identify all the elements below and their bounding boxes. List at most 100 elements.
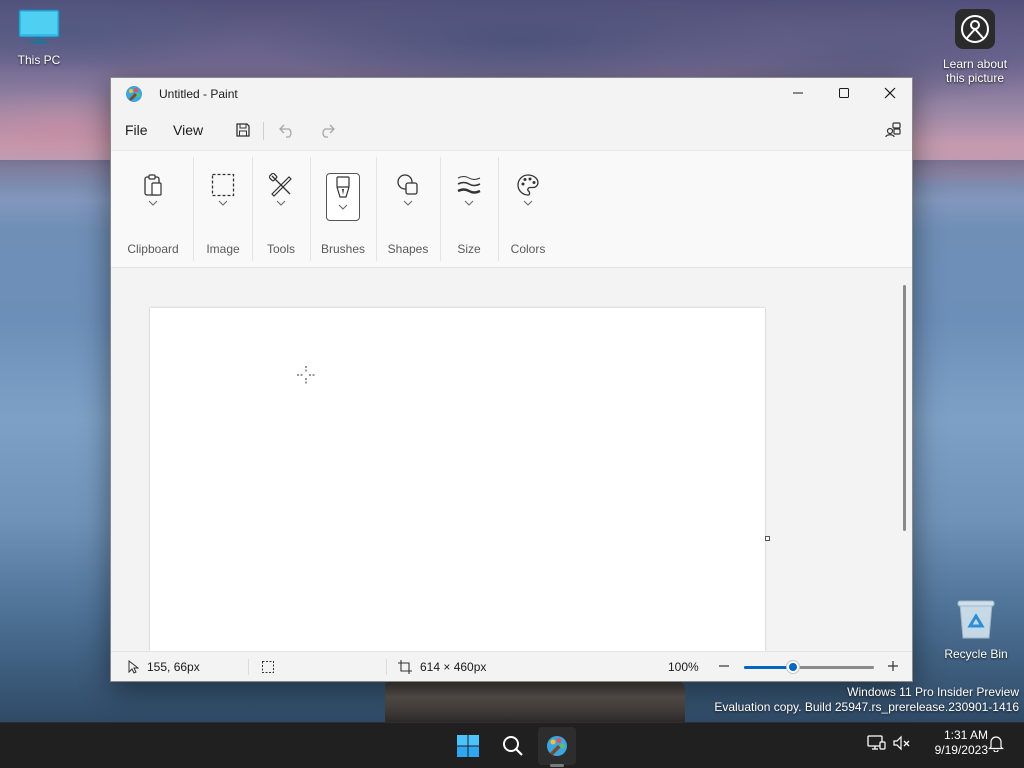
canvas-area [111, 269, 912, 651]
line-size-icon [457, 176, 481, 194]
close-icon [884, 87, 896, 99]
quick-access-divider [263, 122, 264, 140]
desktop-icon-label: Recycle Bin [944, 647, 1008, 661]
notification-bell-icon[interactable] [987, 734, 1005, 755]
canvas-size-icon [398, 660, 412, 674]
shapes-icon [397, 174, 418, 195]
desktop-icon-label: Learn about this picture [942, 57, 1008, 85]
chevron-down-icon [523, 200, 533, 206]
clipboard-icon [144, 174, 162, 196]
ribbon-group-clipboard[interactable]: Clipboard [121, 151, 185, 269]
zoom-level-text: 100% [668, 660, 699, 674]
vertical-scrollbar[interactable] [903, 285, 906, 531]
clock-time: 1:31 AM [943, 728, 988, 742]
system-clock[interactable]: 1:31 AM 9/19/2023 [918, 728, 988, 758]
monitor-icon [10, 8, 68, 49]
watermark-line: Windows 11 Pro Insider Preview [847, 685, 1019, 699]
ribbon-group-label: Image [206, 242, 240, 256]
zoom-out-button[interactable] [717, 658, 731, 674]
ribbon-group-tools[interactable]: Tools [253, 151, 309, 269]
chevron-down-icon [338, 204, 348, 210]
zoom-in-button[interactable] [886, 658, 900, 674]
maximize-icon [839, 88, 849, 98]
title-bar[interactable]: Untitled - Paint [111, 78, 912, 110]
status-bar: 155, 66px 614 × 460px 100% [111, 651, 912, 681]
ribbon-group-brushes[interactable]: Brushes [313, 151, 373, 269]
search-button[interactable] [494, 727, 532, 765]
ribbon-group-label: Shapes [387, 242, 429, 256]
minimize-button[interactable] [775, 78, 821, 108]
clock-date: 9/19/2023 [934, 743, 988, 757]
chevron-down-icon [218, 200, 228, 206]
zoom-level[interactable]: 100% [668, 660, 699, 674]
selection-icon [262, 661, 274, 673]
minimize-icon [793, 92, 803, 94]
redo-button[interactable] [313, 118, 341, 142]
ribbon-group-label: Clipboard [127, 242, 179, 256]
selection-size [261, 660, 275, 674]
maximize-button[interactable] [821, 78, 867, 108]
watermark-line: Evaluation copy. Build 25947.rs_prerelea… [714, 700, 1019, 714]
menu-bar: File View [111, 110, 912, 150]
menu-file[interactable]: File [125, 122, 148, 138]
tools-icon [269, 173, 292, 197]
share-icon [885, 122, 901, 138]
paint-window: Untitled - Paint File View Clipboard Ima… [110, 77, 913, 682]
paint-palette-icon [125, 85, 143, 106]
zoom-slider-thumb[interactable] [787, 661, 800, 673]
chevron-down-icon [464, 200, 474, 206]
running-app-indicator [550, 764, 564, 767]
ribbon-group-label: Size [457, 242, 481, 256]
desktop-icon-label: This PC [17, 53, 61, 67]
status-divider [248, 659, 249, 675]
desktop-icon-recycle-bin[interactable]: Recycle Bin [938, 598, 1014, 661]
search-icon [503, 736, 523, 756]
undo-icon [279, 124, 292, 138]
menu-view[interactable]: View [173, 122, 203, 138]
evaluation-watermark: Windows 11 Pro Insider Preview Evaluatio… [714, 685, 1019, 715]
ribbon-group-label: Tools [266, 242, 295, 256]
status-divider [386, 659, 387, 675]
taskbar-paint-button[interactable] [538, 727, 576, 765]
ribbon-group-label: Colors [510, 242, 546, 256]
chevron-down-icon [148, 200, 158, 206]
crosshair-cursor-icon [296, 365, 316, 388]
start-button[interactable] [449, 727, 487, 765]
start-icon [457, 735, 479, 757]
undo-button[interactable] [273, 118, 301, 142]
minus-icon [719, 665, 729, 667]
volume-muted-icon[interactable] [892, 734, 912, 755]
ribbon-divider [193, 157, 194, 261]
desktop-icon-learn-about-picture[interactable]: Learn about this picture [935, 8, 1015, 85]
pointer-icon [128, 660, 139, 674]
close-button[interactable] [867, 78, 913, 108]
save-icon [236, 123, 250, 137]
redo-icon [322, 124, 335, 138]
cursor-position-text: 155, 66px [147, 660, 200, 674]
ribbon-divider [310, 157, 311, 261]
chevron-down-icon [403, 200, 413, 206]
plus-icon [888, 661, 898, 671]
ribbon-toolbar: Clipboard Image Tools Brushes Shapes Siz… [111, 150, 912, 268]
canvas-size: 614 × 460px [398, 660, 486, 674]
ribbon-group-image[interactable]: Image [195, 151, 251, 269]
zoom-slider[interactable] [744, 661, 874, 673]
canvas-resize-handle[interactable] [765, 536, 770, 541]
drawing-canvas[interactable] [150, 308, 765, 651]
save-button[interactable] [229, 118, 257, 142]
palette-icon [517, 174, 539, 196]
wallpaper-rock [385, 680, 685, 722]
ribbon-group-shapes[interactable]: Shapes [377, 151, 439, 269]
chevron-down-icon [276, 200, 286, 206]
cursor-position: 155, 66px [127, 660, 200, 674]
zoom-slider-fill [744, 666, 794, 669]
network-icon[interactable] [866, 734, 886, 755]
share-button[interactable] [879, 118, 907, 142]
recycle-bin-icon [938, 598, 1014, 643]
selection-icon [211, 173, 235, 197]
camera-circle-icon [935, 8, 1015, 53]
ribbon-group-colors[interactable]: Colors [499, 151, 557, 269]
paint-app-icon [547, 736, 567, 756]
desktop-icon-this-pc[interactable]: This PC [10, 8, 68, 67]
ribbon-group-size[interactable]: Size [441, 151, 497, 269]
